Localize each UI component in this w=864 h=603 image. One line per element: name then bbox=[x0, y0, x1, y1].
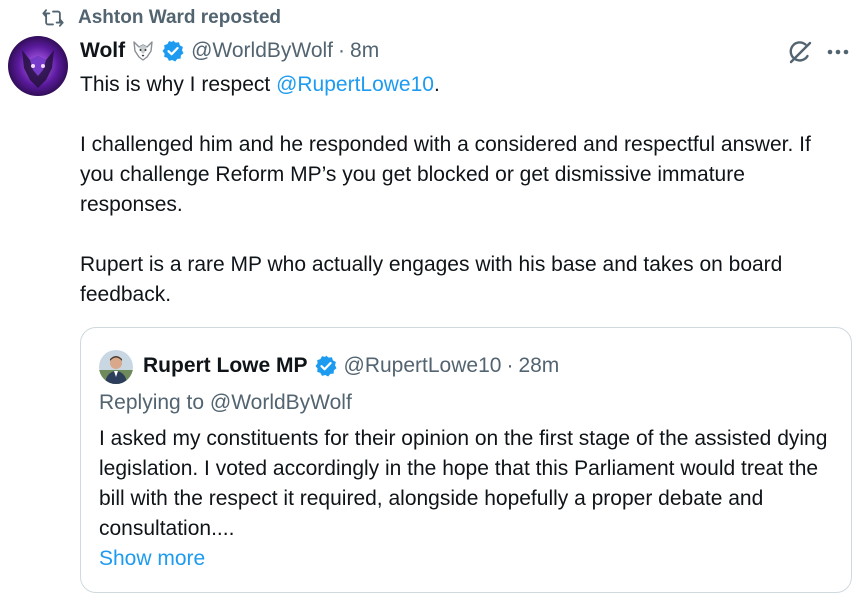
separator-dot: · bbox=[506, 354, 514, 377]
author-name[interactable]: Wolf bbox=[80, 39, 125, 63]
tweet-text-suffix: . bbox=[433, 73, 440, 96]
avatar[interactable] bbox=[8, 36, 68, 96]
author-handle[interactable]: @WorldByWolf bbox=[191, 39, 333, 63]
more-options-icon[interactable] bbox=[824, 40, 852, 64]
quote-header: Rupert Lowe MP @RupertLowe10 · 28m bbox=[143, 350, 559, 382]
quote-avatar[interactable] bbox=[99, 350, 133, 384]
grok-icon[interactable] bbox=[786, 38, 814, 66]
tweet-paragraph-1: This is why I respect @RupertLowe10. bbox=[80, 70, 850, 100]
repost-icon bbox=[42, 7, 64, 29]
tweet-header: Wolf @WorldByWolf · 8m bbox=[80, 36, 379, 66]
tweet-paragraph-2: I challenged him and he responded with a… bbox=[80, 133, 811, 216]
repost-text: Ashton Ward reposted bbox=[78, 7, 282, 28]
replying-to: Replying to @WorldByWolf bbox=[99, 391, 352, 414]
quote-text: I asked my constituents for their opinio… bbox=[99, 427, 828, 540]
separator-dot: · bbox=[338, 39, 346, 62]
wolf-emoji-icon bbox=[131, 40, 155, 62]
tweet-paragraph-3: Rupert is a rare MP who actually engages… bbox=[80, 253, 783, 306]
quote-timestamp[interactable]: 28m bbox=[518, 354, 559, 378]
verified-badge-icon[interactable] bbox=[161, 39, 185, 63]
quote-author-name[interactable]: Rupert Lowe MP bbox=[143, 354, 308, 378]
tweet-text: This is why I respect @RupertLowe10. I c… bbox=[80, 70, 850, 310]
quoted-tweet-card[interactable]: Rupert Lowe MP @RupertLowe10 · 28m Reply… bbox=[80, 327, 852, 593]
repost-indicator[interactable]: Ashton Ward reposted bbox=[42, 6, 281, 30]
tweet-text-prefix: This is why I respect bbox=[80, 73, 277, 96]
verified-badge-icon[interactable] bbox=[314, 354, 338, 378]
show-more-link[interactable]: Show more bbox=[99, 544, 205, 574]
mention-link[interactable]: @RupertLowe10 bbox=[276, 73, 434, 96]
quote-author-handle[interactable]: @RupertLowe10 bbox=[344, 354, 502, 378]
timestamp[interactable]: 8m bbox=[350, 39, 379, 63]
